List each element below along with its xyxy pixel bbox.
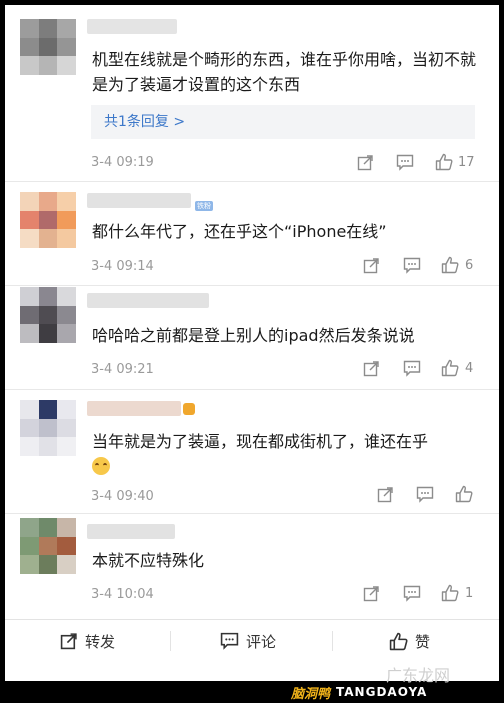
divider [332, 631, 333, 651]
like-count: 6 [465, 258, 474, 273]
repost-icon[interactable] [363, 585, 380, 602]
comment-icon[interactable] [403, 585, 421, 602]
divider [5, 389, 499, 390]
repost-icon[interactable] [363, 360, 380, 377]
repost-icon[interactable] [357, 154, 374, 171]
like-icon[interactable] [441, 584, 459, 602]
comment-text: 本就不应特殊化 [92, 551, 205, 570]
username-blurred[interactable] [87, 401, 181, 416]
avatar[interactable] [20, 518, 76, 574]
repost-icon[interactable] [377, 486, 394, 503]
comment-time: 3-4 09:40 [91, 489, 154, 504]
username-blurred[interactable] [87, 524, 175, 539]
member-icon [183, 403, 195, 415]
like-count: 17 [458, 155, 475, 170]
comment-icon[interactable] [396, 154, 414, 171]
username-blurred[interactable] [87, 19, 177, 34]
comment-text: 哈哈哈之前都是登上别人的ipad然后发条说说 [92, 326, 415, 345]
comment-icon[interactable] [416, 486, 434, 503]
repost-button[interactable]: 转发 [60, 620, 115, 662]
comment-label: 评论 [246, 632, 277, 651]
username-blurred[interactable] [87, 293, 209, 308]
like-count: 1 [465, 586, 474, 601]
comment-feed: 机型在线就是个畸形的东西，谁在乎你用啥，当初不就是为了装逼才设置的这个东西 共1… [5, 5, 499, 681]
repost-icon[interactable] [363, 257, 380, 274]
avatar[interactable] [20, 19, 76, 75]
comment-button[interactable]: 评论 [220, 620, 276, 662]
comment-time: 3-4 09:21 [91, 362, 154, 377]
brand-logo: 脑洞鸭 [291, 686, 331, 702]
divider [170, 631, 171, 651]
avatar[interactable] [20, 400, 76, 456]
fan-badge: 铁粉 [195, 201, 213, 211]
comment-icon [220, 632, 239, 650]
comment-text: 都什么年代了，还在乎这个“iPhone在线” [92, 222, 387, 241]
username-blurred[interactable] [87, 193, 191, 208]
like-count: 4 [465, 361, 474, 376]
bottom-action-bar: 转发 评论 赞 [5, 619, 499, 662]
like-icon[interactable] [455, 485, 473, 503]
comment-text-content: 当年就是为了装逼，现在都成街机了，谁还在乎 [92, 432, 429, 451]
comment-icon[interactable] [403, 360, 421, 377]
comment-icon[interactable] [403, 257, 421, 274]
brand-text: TANGDAOYA [336, 685, 428, 699]
repost-icon [60, 633, 77, 650]
avatar[interactable] [20, 287, 76, 343]
brand-watermark: 脑洞鸭 TANGDAOYA [291, 683, 428, 702]
comment-time: 3-4 09:19 [91, 155, 154, 170]
comment-text: 机型在线就是个畸形的东西，谁在乎你用啥，当初不就是为了装逼才设置的这个东西 [92, 50, 477, 94]
like-icon [389, 632, 408, 650]
comment-time: 3-4 10:04 [91, 587, 154, 602]
repost-label: 转发 [85, 632, 116, 651]
like-icon[interactable] [441, 256, 459, 274]
like-label: 赞 [415, 632, 431, 651]
like-button[interactable]: 赞 [389, 620, 430, 662]
reply-link[interactable]: 共1条回复 > [91, 105, 475, 139]
comment-time: 3-4 09:14 [91, 259, 154, 274]
comment-text: 当年就是为了装逼，现在都成街机了，谁还在乎 [92, 429, 482, 479]
divider [5, 285, 499, 286]
like-icon[interactable] [441, 359, 459, 377]
avatar[interactable] [20, 192, 76, 248]
divider [5, 181, 499, 182]
divider [5, 513, 499, 514]
grin-emoji-icon [92, 457, 110, 475]
like-icon[interactable] [435, 153, 453, 171]
